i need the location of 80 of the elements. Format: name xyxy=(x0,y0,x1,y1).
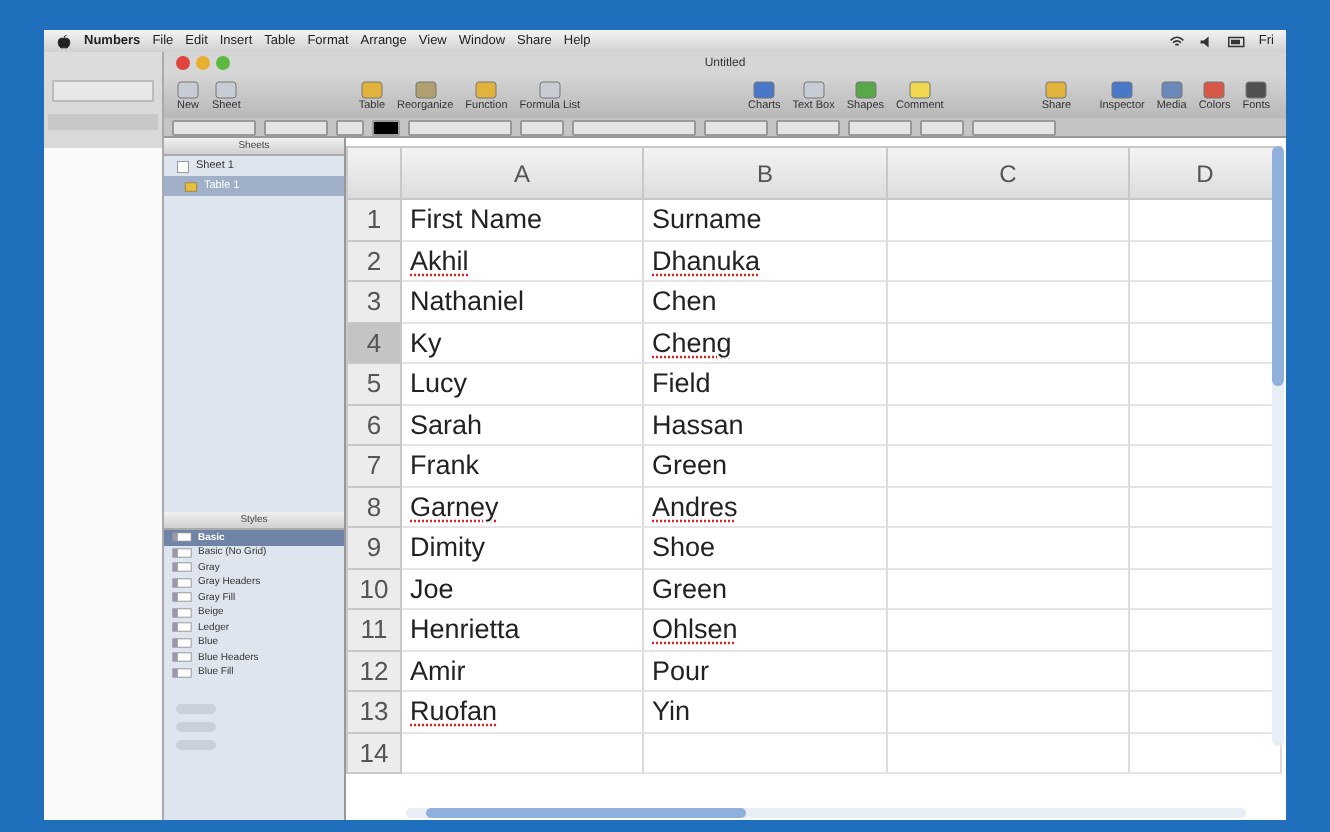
table-cell: Hassan xyxy=(644,405,888,446)
row-header[interactable]: 6 xyxy=(346,405,402,446)
table-style-icon xyxy=(172,622,192,633)
table-cell: Andres xyxy=(644,487,888,528)
row-header[interactable]: 14 xyxy=(346,733,402,774)
table-style-icon xyxy=(172,592,192,603)
table-cell: Nathaniel xyxy=(402,282,644,323)
row-header[interactable]: 12 xyxy=(346,651,402,692)
square-icon xyxy=(752,80,777,100)
horizontal-scrollbar[interactable] xyxy=(406,808,1246,818)
table-style-icon xyxy=(172,547,192,558)
square-icon xyxy=(853,80,878,100)
apple-icon[interactable] xyxy=(56,33,72,49)
row-header[interactable]: 4 xyxy=(346,323,402,364)
table-cell: Henrietta xyxy=(402,610,644,651)
table-cell: Frank xyxy=(402,446,644,487)
square-icon xyxy=(474,80,499,100)
table-cell: First Name xyxy=(402,200,644,241)
square-icon xyxy=(1202,80,1227,100)
table-cell: Ky xyxy=(402,323,644,364)
close-button[interactable] xyxy=(176,56,190,70)
square-icon xyxy=(1159,80,1184,100)
table-style-icon xyxy=(172,652,192,663)
table-style-icon xyxy=(172,667,192,678)
column-header[interactable]: C xyxy=(888,146,1130,200)
table-cell: Dimity xyxy=(402,528,644,569)
table-cell: Ohlsen xyxy=(644,610,888,651)
row-header[interactable]: 13 xyxy=(346,692,402,733)
square-icon xyxy=(537,80,562,100)
square-icon xyxy=(176,80,200,100)
row-header[interactable]: 11 xyxy=(346,610,402,651)
table-cell: Pour xyxy=(644,651,888,692)
square-icon xyxy=(413,80,438,100)
table-style-icon xyxy=(172,562,192,573)
minimize-button[interactable] xyxy=(196,56,210,70)
table-icon xyxy=(184,179,198,193)
wifi-icon[interactable] xyxy=(1168,33,1187,49)
column-header[interactable]: A xyxy=(402,146,644,200)
table-cell: Field xyxy=(644,364,888,405)
table-style-icon xyxy=(172,637,192,648)
table-cell: Yin xyxy=(644,692,888,733)
row-header[interactable]: 3 xyxy=(346,282,402,323)
table-cell: Ruofan xyxy=(402,692,644,733)
square-icon xyxy=(359,80,384,100)
vertical-scrollbar[interactable] xyxy=(1272,146,1284,746)
table-corner[interactable] xyxy=(346,146,402,200)
battery-icon[interactable] xyxy=(1228,33,1247,49)
square-icon xyxy=(907,80,932,100)
table-cell: Akhil xyxy=(402,241,644,282)
table-cell: Sarah xyxy=(402,405,644,446)
row-header[interactable]: 1 xyxy=(346,200,402,241)
column-header[interactable]: B xyxy=(644,146,888,200)
table-cell: Chen xyxy=(644,282,888,323)
table-cell: Surname xyxy=(644,200,888,241)
column-header[interactable]: D xyxy=(1130,146,1282,200)
square-icon xyxy=(801,80,826,100)
page-icon xyxy=(176,159,190,173)
row-header[interactable]: 10 xyxy=(346,569,402,610)
row-header[interactable]: 2 xyxy=(346,241,402,282)
square-icon xyxy=(1110,80,1135,100)
zoom-button[interactable] xyxy=(216,56,230,70)
table-cell: Green xyxy=(644,569,888,610)
table-cell: Cheng xyxy=(644,323,888,364)
square-icon xyxy=(214,80,239,100)
row-header[interactable]: 7 xyxy=(346,446,402,487)
row-header[interactable]: 9 xyxy=(346,528,402,569)
row-header[interactable]: 8 xyxy=(346,487,402,528)
row-header[interactable]: 5 xyxy=(346,364,402,405)
table-cell: Dhanuka xyxy=(644,241,888,282)
square-icon xyxy=(1044,80,1069,100)
table-cell: Lucy xyxy=(402,364,644,405)
table-cell: Shoe xyxy=(644,528,888,569)
table-cell: Green xyxy=(644,446,888,487)
table-cell: Amir xyxy=(402,651,644,692)
table-style-icon xyxy=(172,577,192,588)
table-style-icon xyxy=(172,532,192,543)
table-style-icon xyxy=(172,607,192,618)
square-icon xyxy=(1244,80,1269,100)
table-cell: Garney xyxy=(402,487,644,528)
table-cell: Joe xyxy=(402,569,644,610)
